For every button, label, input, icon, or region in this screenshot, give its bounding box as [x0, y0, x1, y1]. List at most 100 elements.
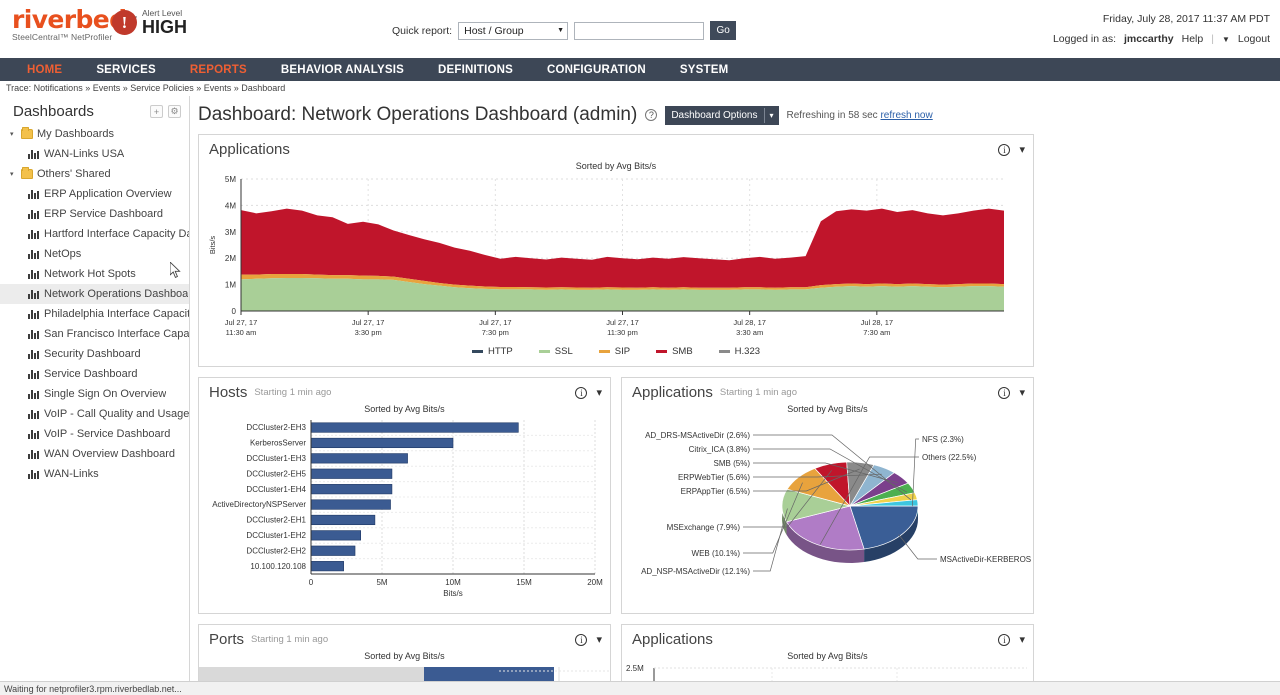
dashboard-icon [28, 289, 40, 299]
quick-report-go-button[interactable]: Go [710, 21, 737, 40]
x-axis-tick: 11:30 pm [607, 328, 638, 337]
sidebar-item-label: Others' Shared [37, 168, 111, 180]
quick-report-bar: Quick report: Host / Group ▼ Go [392, 21, 737, 40]
legend-item-1[interactable]: SSL [538, 346, 573, 357]
sidebar-item-17[interactable]: WAN-Links [0, 464, 189, 484]
bar-category-label: DCCluster2-EH2 [246, 546, 306, 555]
legend-item-4[interactable]: H.323 [718, 346, 760, 357]
logout-link[interactable]: Logout [1238, 33, 1270, 45]
sidebar-folder-0[interactable]: ▾ My Dashboards [0, 124, 189, 144]
applications-pie-chart[interactable]: MSActiveDir-KERBEROS (21.7%) Others (22.5… [622, 414, 1033, 610]
sidebar-item-4[interactable]: ERP Service Dashboard [0, 204, 189, 224]
exclamation-circle-icon: ! [112, 10, 137, 35]
status-bar: Waiting for netprofiler3.rpm.riverbedlab… [0, 681, 1280, 695]
nav-item-definitions[interactable]: DEFINITIONS [421, 64, 530, 76]
twisty-icon[interactable]: ▾ [10, 130, 17, 138]
help-link[interactable]: Help [1182, 33, 1204, 45]
chevron-down-icon[interactable]: ▾ [596, 633, 602, 646]
ports-bar-chart[interactable] [199, 661, 610, 683]
chevron-down-icon[interactable]: ▼ [1222, 35, 1230, 44]
info-icon[interactable]: i [575, 386, 588, 399]
sidebar-item-15[interactable]: VoIP - Service Dashboard [0, 424, 189, 444]
sidebar-item-6[interactable]: NetOps [0, 244, 189, 264]
gear-icon[interactable]: ⚙ [168, 105, 181, 118]
sidebar-item-label: ERP Application Overview [44, 188, 172, 200]
twisty-icon[interactable]: ▾ [10, 170, 17, 178]
sidebar-item-label: VoIP - Service Dashboard [44, 428, 171, 440]
chevron-down-icon[interactable]: ▾ [1019, 386, 1025, 399]
sidebar-folder-2[interactable]: ▾ Others' Shared [0, 164, 189, 184]
panel-header: Applications Starting 1 min ago i ▾ [622, 378, 1033, 403]
chart-legend: HTTP SSL SIP SMB H.323 [199, 341, 1033, 361]
nav-item-configuration[interactable]: CONFIGURATION [530, 64, 663, 76]
sidebar-item-11[interactable]: Security Dashboard [0, 344, 189, 364]
sidebar-item-3[interactable]: ERP Application Overview [0, 184, 189, 204]
info-icon[interactable]: i [575, 633, 588, 646]
add-dashboard-icon[interactable]: + [150, 105, 163, 118]
nav-item-reports[interactable]: REPORTS [173, 64, 264, 76]
sidebar-item-13[interactable]: Single Sign On Overview [0, 384, 189, 404]
sidebar-item-1[interactable]: WAN-Links USA [0, 144, 189, 164]
chevron-down-icon[interactable]: ▾ [596, 386, 602, 399]
alert-level-indicator[interactable]: ! Alert Level HIGH [112, 9, 187, 36]
chevron-down-icon[interactable]: ▾ [1019, 143, 1025, 156]
panel-title: Ports [209, 631, 245, 648]
applications-area-chart[interactable]: 01M2M3M4M5MJul 27, 1711:30 amJul 27, 173… [199, 171, 1029, 341]
sidebar-item-10[interactable]: San Francisco Interface Capac [0, 324, 189, 344]
hosts-bar-chart[interactable]: 0 5M 10M 15M 20M DCCluster2-EH3 KerberosServer… [199, 414, 610, 610]
y-axis-tick: 4M [225, 201, 236, 210]
pie-slice-label: Citrix_ICA (3.8%) [689, 445, 751, 454]
pie-slice-label: MSExchange (7.9%) [667, 523, 741, 532]
bar-category-label: DCCluster1-EH4 [246, 485, 306, 494]
sidebar-item-label: WAN Overview Dashboard [44, 448, 176, 460]
sidebar-item-14[interactable]: VoIP - Call Quality and Usage [0, 404, 189, 424]
dashboard-options-button[interactable]: Dashboard Options ▾ [665, 105, 779, 125]
panel-title: Applications [632, 631, 713, 648]
legend-item-0[interactable]: HTTP [471, 346, 513, 357]
info-icon[interactable]: i [998, 633, 1011, 646]
refresh-now-link[interactable]: refresh now [880, 110, 932, 121]
quick-report-input[interactable] [574, 21, 705, 40]
dashboards-tree: ▾ My Dashboards WAN-Links USA ▾ Others' Shar… [0, 124, 189, 484]
refresh-status: Refreshing in 58 sec refresh now [787, 110, 933, 121]
sidebar-item-label: Hartford Interface Capacity Da [44, 228, 189, 240]
x-axis-tick: Jul 27, 17 [606, 318, 639, 327]
legend-item-2[interactable]: SIP [598, 346, 630, 357]
nav-item-services[interactable]: SERVICES [79, 64, 173, 76]
x-axis-tick: 10M [445, 578, 461, 587]
info-icon[interactable]: i [998, 143, 1011, 156]
nav-item-system[interactable]: SYSTEM [663, 64, 746, 76]
sidebar-item-5[interactable]: Hartford Interface Capacity Da [0, 224, 189, 244]
sidebar-item-8[interactable]: Network Operations Dashboa [0, 284, 189, 304]
folder-icon [21, 127, 33, 139]
page-header: Dashboard: Network Operations Dashboard … [198, 102, 1280, 134]
dashboard-options-label: Dashboard Options [671, 109, 758, 121]
legend-item-3[interactable]: SMB [656, 346, 693, 357]
dashboards-sidebar: Dashboards + ⚙ ▾ My Dashboards WAN-Links U… [0, 96, 190, 695]
nav-item-home[interactable]: HOME [10, 64, 79, 76]
sidebar-item-label: Philadelphia Interface Capacit [44, 308, 189, 320]
applications-bottom-area-chart[interactable]: 2.5M [622, 661, 1033, 683]
nav-item-behavior-analysis[interactable]: BEHAVIOR ANALYSIS [264, 64, 421, 76]
session-bar: Logged in as: jmccarthy Help | ▼ Logout [1053, 33, 1270, 45]
pie-slice-label: WEB (10.1%) [692, 549, 741, 558]
sidebar-item-9[interactable]: Philadelphia Interface Capacit [0, 304, 189, 324]
x-axis-tick: 5M [376, 578, 387, 587]
legend-label: SMB [672, 346, 693, 357]
dashboard-icon [28, 209, 40, 219]
pie-slice-label: ERPWebTier (5.6%) [678, 473, 750, 482]
panel-ports: Ports Starting 1 min ago i ▾ Sorted by A… [198, 624, 611, 684]
dashboard-icon [28, 449, 40, 459]
chevron-down-icon: ▾ [769, 110, 774, 120]
dashboard-icon [28, 369, 40, 379]
legend-swatch [471, 350, 483, 353]
sidebar-item-7[interactable]: Network Hot Spots [0, 264, 189, 284]
panel-header: Ports Starting 1 min ago i ▾ [199, 625, 610, 650]
quick-report-select[interactable]: Host / Group ▼ [458, 21, 569, 40]
help-icon[interactable]: ? [645, 109, 658, 121]
sidebar-item-12[interactable]: Service Dashboard [0, 364, 189, 384]
chevron-down-icon[interactable]: ▾ [1019, 633, 1025, 646]
sidebar-item-16[interactable]: WAN Overview Dashboard [0, 444, 189, 464]
info-icon[interactable]: i [998, 386, 1011, 399]
legend-label: HTTP [487, 346, 513, 357]
